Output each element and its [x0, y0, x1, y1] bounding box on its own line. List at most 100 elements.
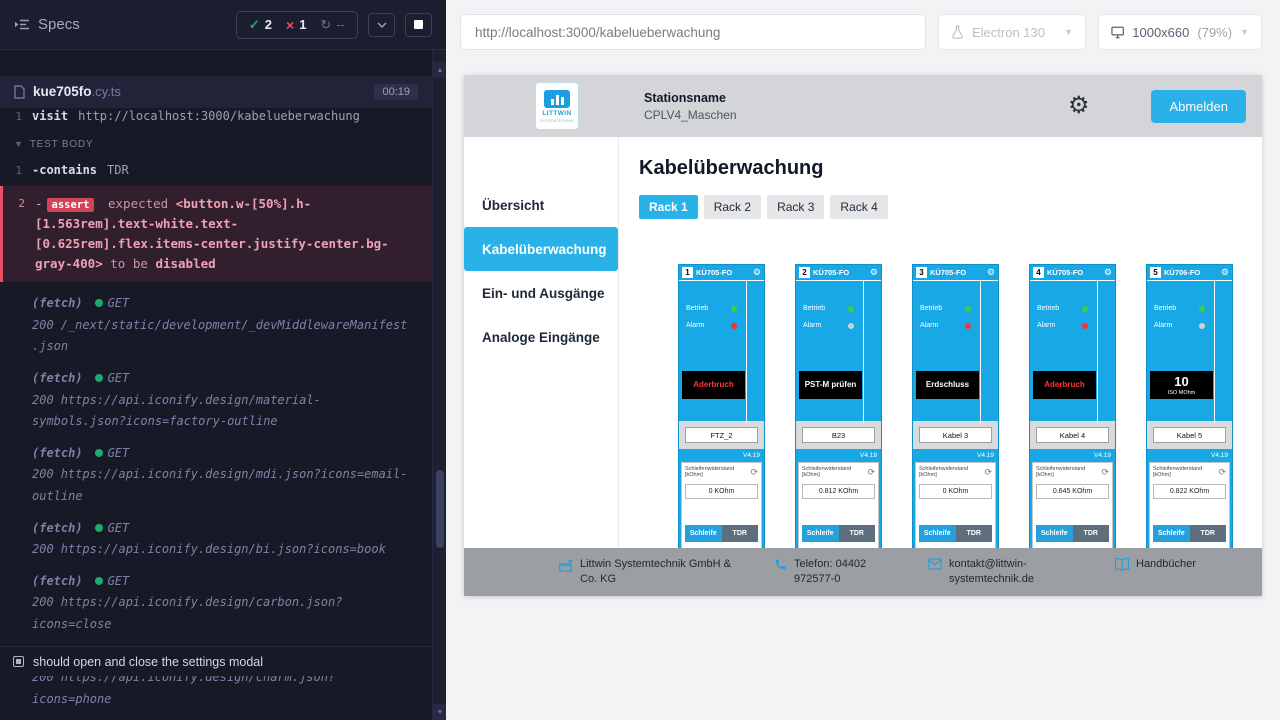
footer-item-telefon-04402-972577[interactable]: Telefon: 04402 972577-0	[774, 557, 902, 587]
collapse-button[interactable]	[368, 13, 395, 37]
footer-item-kontakt-littwin-syst[interactable]: kontakt@littwin-systemtechnik.de	[928, 557, 1067, 587]
logout-button[interactable]: Abmelden	[1151, 90, 1246, 123]
cable-name-field[interactable]: FTZ_2	[685, 427, 758, 443]
schleife-button[interactable]: Schleife	[1153, 525, 1190, 542]
cable-name-field[interactable]: Kabel 4	[1036, 427, 1109, 443]
command-log: 1 visit http://localhost:3000/kabelueber…	[0, 108, 432, 715]
spec-header[interactable]: kue705fo.cy.ts 00:19	[0, 76, 446, 108]
fetch-label: (fetch)	[32, 521, 83, 535]
fetch-log-row[interactable]: (fetch)GET 200https://api.iconify.design…	[0, 438, 432, 513]
tab-rack-1[interactable]: Rack 1	[639, 195, 698, 219]
fetch-log-body: (fetch)GET 200https://api.iconify.design…	[32, 571, 412, 636]
betrieb-indicator: Betrieb	[1154, 303, 1205, 314]
tab-rack-4[interactable]: Rack 4	[830, 195, 887, 219]
schleife-button[interactable]: Schleife	[919, 525, 956, 542]
url-input[interactable]: http://localhost:3000/kabelueberwachung	[460, 14, 926, 50]
alarm-label: Alarm	[920, 322, 938, 329]
row-number: 2	[3, 194, 35, 274]
main-content: Kabelüberwachung Rack 1Rack 2Rack 3Rack …	[619, 137, 1262, 596]
viewport-selector[interactable]: 1000x660 (79%) ▼	[1098, 14, 1262, 50]
footer-item-littwin-systemtechni[interactable]: Littwin Systemtechnik GmbH & Co. KG	[558, 557, 748, 587]
fetch-log-row[interactable]: (fetch)GET 200https://api.iconify.design…	[0, 363, 432, 438]
cable-name-strip: Kabel 4	[1030, 421, 1115, 449]
row-number: 1	[0, 108, 32, 126]
visit-command-row[interactable]: 1 visit http://localhost:3000/kabelueber…	[0, 108, 432, 130]
refresh-icon[interactable]: ⟳	[984, 468, 992, 477]
fetch-log-row[interactable]: (fetch)GET 200/_next/static/development/…	[0, 288, 432, 363]
card-gear-icon[interactable]: ⚙	[1221, 268, 1229, 277]
cable-name-field[interactable]: Kabel 5	[1153, 427, 1226, 443]
scroll-down-button[interactable]: ▼	[433, 704, 446, 720]
footer-text: kontakt@littwin-systemtechnik.de	[949, 557, 1067, 587]
device-number: 1	[682, 267, 693, 278]
phone-icon	[774, 558, 787, 587]
fetch-log-row[interactable]: (fetch)GET 200https://api.iconify.design…	[0, 566, 432, 641]
test-body-section[interactable]: ▼ TEST BODY	[0, 130, 432, 157]
run-stats: ✓2 ×1 ↻--	[236, 11, 358, 39]
betrieb-indicator: Betrieb	[686, 303, 737, 314]
loop-resistance-value: 0.645 KOhm	[1036, 484, 1109, 499]
tdr-button[interactable]: TDR	[1073, 525, 1110, 542]
schleife-button[interactable]: Schleife	[802, 525, 839, 542]
device-title: KÜ706-FO	[1164, 268, 1221, 277]
app-footer: Littwin Systemtechnik GmbH & Co. KG Telef…	[464, 548, 1262, 596]
cable-name-field[interactable]: Kabel 3	[919, 427, 992, 443]
specs-menu-button[interactable]: Specs	[14, 16, 80, 33]
sidebar-item-kabelüberwachung[interactable]: Kabelüberwachung	[464, 227, 618, 271]
row-number	[0, 368, 32, 433]
card-gear-icon[interactable]: ⚙	[753, 268, 761, 277]
tdr-button[interactable]: TDR	[1190, 525, 1227, 542]
contains-command-row[interactable]: 1 -contains TDR	[0, 157, 432, 184]
betrieb-indicator: Betrieb	[920, 303, 971, 314]
specs-list-icon	[14, 18, 30, 31]
tdr-button[interactable]: TDR	[722, 525, 759, 542]
tdr-button[interactable]: TDR	[956, 525, 993, 542]
alarm-label: Alarm	[686, 322, 704, 329]
fetch-log-row[interactable]: (fetch)GET 200https://api.iconify.design…	[0, 513, 432, 566]
device-card: 4KÜ705-FO⚙BetriebAlarmAderbruchKabel 4V4…	[1029, 264, 1116, 594]
tdr-button[interactable]: TDR	[839, 525, 876, 542]
betrieb-label: Betrieb	[920, 305, 942, 312]
firmware-version: V4.19	[679, 449, 764, 462]
device-card: 5KÜ706-FO⚙BetriebAlarm10ISO MOhmKabel 5V…	[1146, 264, 1233, 594]
cypress-reporter-panel: Specs ✓2 ×1 ↻-- kue705fo.cy.ts 00:19 1 v…	[0, 0, 446, 720]
card-gear-icon[interactable]: ⚙	[870, 268, 878, 277]
cable-name-field[interactable]: B23	[802, 427, 875, 443]
fetch-label: (fetch)	[32, 371, 83, 385]
card-header: 5KÜ706-FO⚙	[1147, 265, 1232, 281]
sidebar-item-übersicht[interactable]: Übersicht	[464, 183, 618, 227]
settings-gear-icon[interactable]: ⚙	[1068, 94, 1090, 118]
betrieb-led	[1082, 306, 1088, 312]
tab-rack-3[interactable]: Rack 3	[767, 195, 824, 219]
cross-icon: ×	[286, 17, 294, 33]
betrieb-led	[965, 306, 971, 312]
refresh-icon[interactable]: ⟳	[1101, 468, 1109, 477]
schleife-button[interactable]: Schleife	[1036, 525, 1073, 542]
spec-name: kue705fo.cy.ts	[33, 83, 121, 101]
browser-selector[interactable]: Electron 130 ▼	[938, 14, 1086, 50]
reporter-scrollbar[interactable]: ▲ ▼	[432, 50, 446, 720]
check-icon: ✓	[249, 17, 260, 33]
device-card: 3KÜ705-FO⚙BetriebAlarmErdschlussKabel 3V…	[912, 264, 999, 594]
footer-item-handbücher[interactable]: Handbücher	[1115, 557, 1196, 576]
refresh-icon[interactable]: ⟳	[867, 468, 875, 477]
scrollbar-thumb[interactable]	[436, 470, 444, 548]
sidebar-item-ein-und-ausgänge[interactable]: Ein- und Ausgänge	[464, 271, 618, 315]
status-unit: ISO MOhm	[1168, 390, 1196, 397]
tab-rack-2[interactable]: Rack 2	[704, 195, 761, 219]
next-test-title[interactable]: should open and close the settings modal	[0, 646, 432, 676]
loop-panel-header: Schleifenwiderstand [kOhm]⟳	[685, 466, 758, 478]
command-arg: http://localhost:3000/kabelueberwachung	[78, 108, 360, 126]
schleife-button[interactable]: Schleife	[685, 525, 722, 542]
card-gear-icon[interactable]: ⚙	[987, 268, 995, 277]
failed-assert-row[interactable]: 2 -assert expected <button.w-[50%].h-[1.…	[0, 186, 432, 282]
device-title: KÜ705-FO	[813, 268, 870, 277]
loop-panel-header: Schleifenwiderstand [kOhm]⟳	[802, 466, 875, 478]
scroll-up-button[interactable]: ▲	[433, 62, 446, 78]
card-gear-icon[interactable]: ⚙	[1104, 268, 1112, 277]
refresh-icon[interactable]: ⟳	[1218, 468, 1226, 477]
sidebar-item-analoge-eingänge[interactable]: Analoge Eingänge	[464, 315, 618, 359]
refresh-icon[interactable]: ⟳	[750, 468, 758, 477]
device-number: 5	[1150, 267, 1161, 278]
stop-button[interactable]	[405, 13, 432, 37]
